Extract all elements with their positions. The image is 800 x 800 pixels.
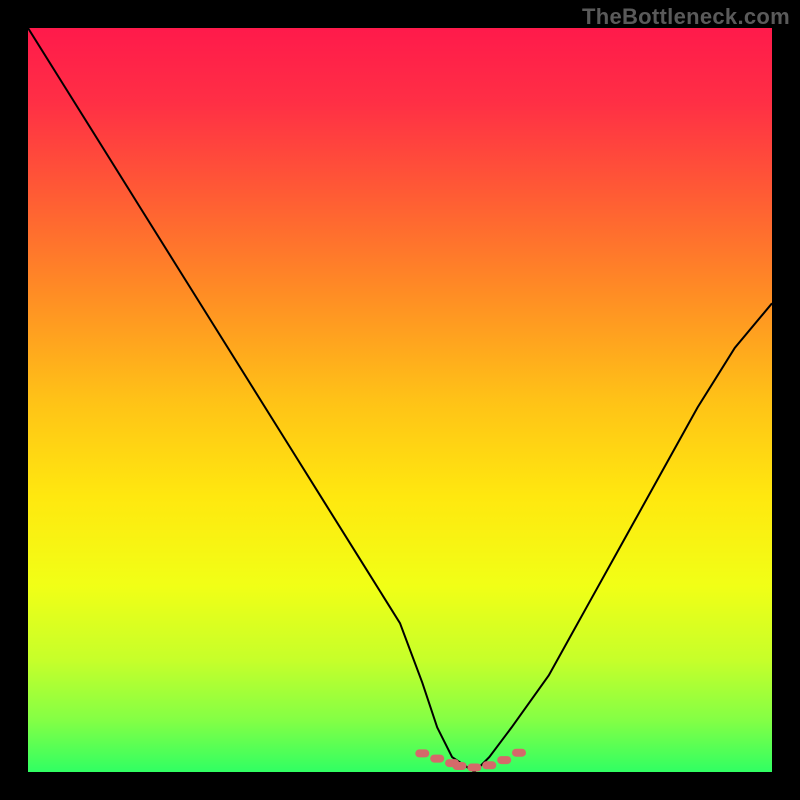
watermark-text: TheBottleneck.com <box>582 4 790 30</box>
highlight-marker <box>512 749 526 757</box>
gradient-background <box>28 28 772 772</box>
chart-container <box>28 28 772 772</box>
highlight-marker <box>415 749 429 757</box>
highlight-marker <box>467 764 481 772</box>
highlight-marker <box>430 755 444 763</box>
highlight-marker <box>497 756 511 764</box>
highlight-marker <box>482 761 496 769</box>
bottleneck-chart <box>28 28 772 772</box>
app-frame: TheBottleneck.com <box>0 0 800 800</box>
highlight-marker <box>453 762 467 770</box>
